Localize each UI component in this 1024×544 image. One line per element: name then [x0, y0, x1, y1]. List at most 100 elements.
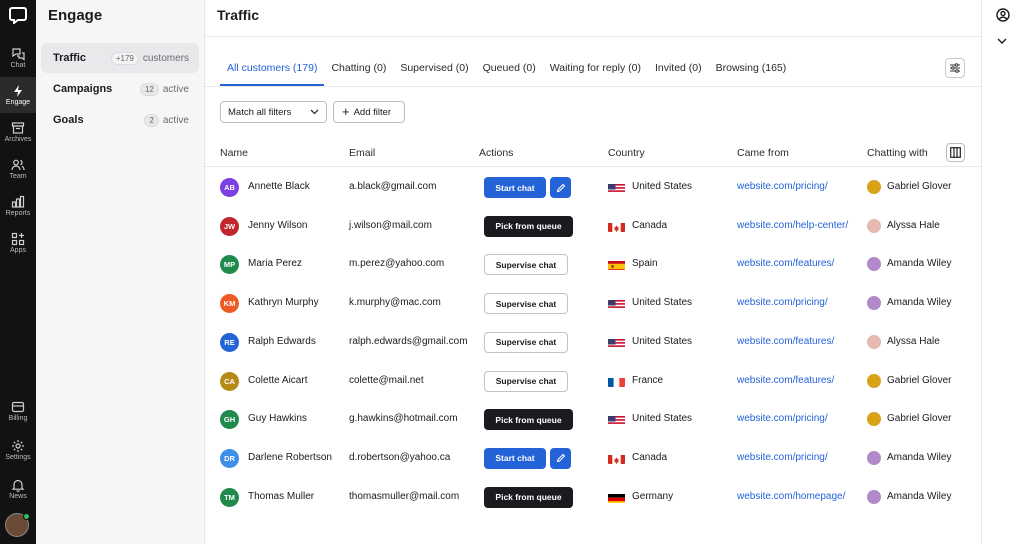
add-filter-button[interactable]: + Add filter: [333, 101, 405, 123]
table-row[interactable]: RE Ralph Edwards ralph.edwards@gmail.com…: [205, 323, 981, 362]
column-header-country[interactable]: Country: [608, 147, 645, 159]
sidebar-item-label: Traffic: [53, 52, 87, 64]
edit-message-button[interactable]: [550, 177, 571, 198]
came-from-link[interactable]: website.com/pricing/: [737, 297, 828, 308]
agent-avatar: [867, 218, 881, 233]
sidebar-item-suffix: active: [162, 114, 189, 126]
tab-browsing[interactable]: Browsing (165): [709, 52, 794, 86]
came-from-link[interactable]: website.com/features/: [737, 258, 834, 269]
customer-name[interactable]: Ralph Edwards: [248, 336, 316, 347]
rail-label: News: [9, 493, 27, 500]
customer-avatar: TM: [220, 487, 239, 507]
pick-from-queue-button[interactable]: Pick from queue: [484, 215, 573, 237]
rail-item-team[interactable]: Team: [0, 151, 36, 187]
column-header-chatting-with[interactable]: Chatting with: [867, 147, 928, 159]
customer-country: United States: [632, 181, 693, 192]
rail-item-archives[interactable]: Archives: [0, 114, 36, 150]
pick-from-queue-button[interactable]: Pick from queue: [484, 409, 573, 431]
agent-name: Amanda Wiley: [887, 258, 952, 270]
table-row[interactable]: GH Guy Hawkins g.hawkins@hotmail.com Pic…: [205, 400, 981, 439]
customer-country: United States: [632, 413, 693, 425]
column-header-name[interactable]: Name: [220, 147, 248, 159]
supervise-chat-button[interactable]: Supervise chat: [484, 254, 568, 276]
table-row[interactable]: TM Thomas Muller thomasmuller@mail.com P…: [205, 478, 981, 517]
team-icon: [11, 159, 25, 171]
customer-avatar: MP: [220, 255, 239, 275]
tab-invited[interactable]: Invited (0): [648, 52, 709, 86]
customer-email: a.black@gmail.com: [349, 181, 437, 192]
customer-email: d.robertson@yahoo.ca: [349, 451, 451, 463]
tab-queued[interactable]: Queued (0): [476, 52, 543, 86]
archive-icon: [11, 122, 25, 134]
user-circle-icon[interactable]: [996, 8, 1010, 22]
customer-name[interactable]: Maria Perez: [248, 258, 302, 269]
start-chat-button[interactable]: Start chat: [484, 447, 546, 469]
view-settings-button[interactable]: [945, 58, 965, 78]
supervise-chat-button[interactable]: Supervise chat: [484, 331, 568, 353]
agent-name: Amanda Wiley: [887, 490, 952, 502]
rail-label: Settings: [5, 454, 31, 461]
came-from-link[interactable]: website.com/features/: [737, 375, 834, 386]
tab-chatting[interactable]: Chatting (0): [324, 52, 393, 86]
tab-all-customers[interactable]: All customers (179): [220, 52, 325, 86]
rail-item-apps[interactable]: Apps: [0, 225, 36, 261]
pick-from-queue-button[interactable]: Pick from queue: [484, 486, 573, 508]
agent-avatar: [867, 412, 881, 427]
table-row[interactable]: DR Darlene Robertson d.robertson@yahoo.c…: [205, 439, 981, 478]
customer-country: Canada: [632, 451, 668, 463]
came-from-link[interactable]: website.com/pricing/: [737, 413, 828, 424]
rail-label: Engage: [5, 99, 31, 106]
sidebar-item-goals[interactable]: Goals 2 active: [41, 105, 199, 135]
customer-name[interactable]: Annette Black: [248, 181, 310, 192]
sliders-icon: [950, 63, 960, 73]
agent-avatar: [867, 296, 881, 311]
agent-avatar: [867, 334, 881, 349]
came-from-link[interactable]: website.com/homepage/: [737, 491, 845, 502]
rail-item-billing[interactable]: Billing: [0, 393, 36, 429]
filter-mode-value: Match all filters: [228, 106, 292, 118]
came-from-link[interactable]: website.com/pricing/: [737, 181, 828, 192]
sidebar-item-traffic[interactable]: Traffic +179 customers: [41, 43, 199, 73]
customer-name[interactable]: Darlene Robertson: [248, 452, 332, 463]
rail-label: Reports: [5, 210, 31, 217]
rail-item-reports[interactable]: Reports: [0, 188, 36, 224]
rail-item-news[interactable]: News: [0, 471, 36, 507]
supervise-chat-button[interactable]: Supervise chat: [484, 293, 568, 315]
came-from-link[interactable]: website.com/features/: [737, 336, 834, 347]
table-row[interactable]: AB Annette Black a.black@gmail.com Start…: [205, 168, 981, 207]
sidebar-item-campaigns[interactable]: Campaigns 12 active: [41, 74, 199, 104]
customer-name[interactable]: Jenny Wilson: [248, 220, 307, 231]
supervise-chat-button[interactable]: Supervise chat: [484, 370, 568, 392]
customer-name[interactable]: Guy Hawkins: [248, 413, 307, 424]
page-title: Traffic: [217, 7, 260, 23]
start-chat-button[interactable]: Start chat: [484, 177, 546, 198]
edit-message-button[interactable]: [550, 447, 571, 469]
tab-supervised[interactable]: Supervised (0): [393, 52, 475, 86]
rail-item-engage[interactable]: Engage: [0, 77, 36, 113]
column-header-email[interactable]: Email: [349, 147, 375, 159]
reports-icon: [11, 195, 25, 208]
customer-name[interactable]: Colette Aicart: [248, 375, 307, 386]
agent-name: Gabriel Glover: [887, 374, 952, 386]
table-row[interactable]: MP Maria Perez m.perez@yahoo.com Supervi…: [205, 245, 981, 284]
add-filter-label: Add filter: [353, 106, 392, 118]
rail-item-settings[interactable]: Settings: [0, 432, 36, 468]
rail-item-chat[interactable]: Chat: [0, 40, 36, 76]
table-row[interactable]: CA Colette Aicart colette@mail.net Super…: [205, 362, 981, 401]
customer-name[interactable]: Kathryn Murphy: [248, 297, 319, 308]
user-avatar[interactable]: [5, 513, 30, 537]
columns-toggle-button[interactable]: [946, 143, 965, 162]
customer-name[interactable]: Thomas Muller: [248, 491, 314, 502]
filter-mode-select[interactable]: Match all filters: [220, 101, 327, 123]
flag-icon: [608, 221, 625, 232]
right-panel: [981, 0, 1024, 544]
came-from-link[interactable]: website.com/pricing/: [737, 452, 828, 463]
rail-label: Apps: [10, 247, 26, 254]
column-header-came-from[interactable]: Came from: [737, 147, 789, 159]
table-row[interactable]: KM Kathryn Murphy k.murphy@mac.com Super…: [205, 284, 981, 323]
table-row[interactable]: JW Jenny Wilson j.wilson@mail.com Pick f…: [205, 207, 981, 246]
came-from-link[interactable]: website.com/help-center/: [737, 220, 848, 231]
logo-icon[interactable]: [6, 4, 30, 26]
chevron-down-icon[interactable]: [997, 38, 1007, 45]
tab-waiting-for-reply[interactable]: Waiting for reply (0): [543, 52, 648, 86]
